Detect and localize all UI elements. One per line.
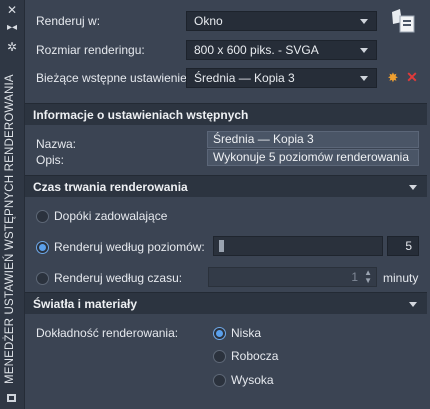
- render-window-icon[interactable]: [388, 6, 418, 36]
- by-levels-radio[interactable]: [36, 241, 49, 254]
- current-preset-value: Średnia — Kopia 3: [194, 71, 295, 85]
- render-duration-header[interactable]: Czas trwania renderowania: [25, 175, 427, 197]
- preset-info-header[interactable]: Informacje o ustawieniach wstępnych: [25, 103, 427, 125]
- current-preset-label: Bieżące wstępne ustawienie:: [36, 71, 191, 85]
- preset-desc-field[interactable]: Wykonuje 5 poziomów renderowania: [207, 149, 419, 166]
- render-size-value: 800 x 600 piks. - SVGA: [194, 43, 319, 57]
- accuracy-low-radio[interactable]: [213, 327, 226, 340]
- spinner-arrows-icon[interactable]: ▲ ▼: [364, 269, 372, 285]
- levels-value-field[interactable]: 5: [387, 236, 419, 256]
- time-unit-label: minuty: [383, 271, 419, 285]
- chevron-down-icon: [360, 19, 368, 24]
- by-levels-label: Renderuj według poziomów:: [54, 240, 205, 254]
- render-duration-title: Czas trwania renderowania: [33, 180, 188, 194]
- chevron-down-icon: [409, 302, 417, 307]
- accuracy-label: Dokładność renderowania:: [36, 326, 179, 340]
- palette-menu-icon[interactable]: [5, 391, 19, 405]
- render-in-label: Renderuj w:: [36, 14, 101, 28]
- palette-content: Renderuj w: Okno Rozmiar renderingu: 800…: [25, 0, 427, 409]
- preset-name-label: Nazwa:: [36, 137, 77, 151]
- preset-name-field[interactable]: Średnia — Kopia 3: [207, 131, 419, 148]
- render-size-label: Rozmiar renderingu:: [36, 43, 145, 57]
- chevron-down-icon: [360, 76, 368, 81]
- delete-preset-icon[interactable]: ✕: [405, 70, 419, 84]
- accuracy-low-label: Niska: [231, 326, 262, 340]
- time-spinner[interactable]: 1 ▲ ▼: [208, 267, 377, 287]
- until-satisfactory-label: Dopóki zadowalające: [54, 209, 168, 223]
- lights-materials-header[interactable]: Światła i materiały: [25, 292, 427, 314]
- render-presets-palette: ✕ ▸◂ ✲ MENEDŻER USTAWIEŃ WSTĘPNYCH RENDE…: [0, 0, 430, 409]
- collapse-icon[interactable]: ▸◂: [5, 21, 19, 35]
- by-time-label: Renderuj według czasu:: [54, 271, 183, 285]
- by-time-radio[interactable]: [36, 272, 49, 285]
- lights-materials-title: Światła i materiały: [33, 297, 138, 311]
- levels-slider[interactable]: [213, 236, 383, 256]
- palette-title-bar: ✕ ▸◂ ✲ MENEDŻER USTAWIEŃ WSTĘPNYCH RENDE…: [0, 0, 25, 409]
- render-in-value: Okno: [194, 14, 223, 28]
- render-in-dropdown[interactable]: Okno: [186, 11, 377, 31]
- new-preset-icon[interactable]: ✸: [386, 71, 400, 85]
- accuracy-high-label: Wysoka: [231, 373, 274, 387]
- preset-desc-label: Opis:: [36, 153, 65, 167]
- accuracy-high-radio[interactable]: [213, 374, 226, 387]
- until-satisfactory-radio[interactable]: [36, 210, 49, 223]
- render-size-dropdown[interactable]: 800 x 600 piks. - SVGA: [186, 40, 377, 60]
- accuracy-draft-radio[interactable]: [213, 350, 226, 363]
- close-icon[interactable]: ✕: [5, 3, 19, 17]
- preset-info-title: Informacje o ustawieniach wstępnych: [33, 108, 249, 122]
- current-preset-dropdown[interactable]: Średnia — Kopia 3: [186, 68, 377, 88]
- palette-title: MENEDŻER USTAWIEŃ WSTĘPNYCH RENDEROWANIA: [4, 74, 16, 384]
- accuracy-draft-label: Robocza: [231, 349, 279, 363]
- chevron-down-icon: [409, 185, 417, 190]
- settings-icon[interactable]: ✲: [5, 40, 19, 54]
- levels-slider-thumb[interactable]: [219, 240, 224, 252]
- chevron-down-icon: [360, 48, 368, 53]
